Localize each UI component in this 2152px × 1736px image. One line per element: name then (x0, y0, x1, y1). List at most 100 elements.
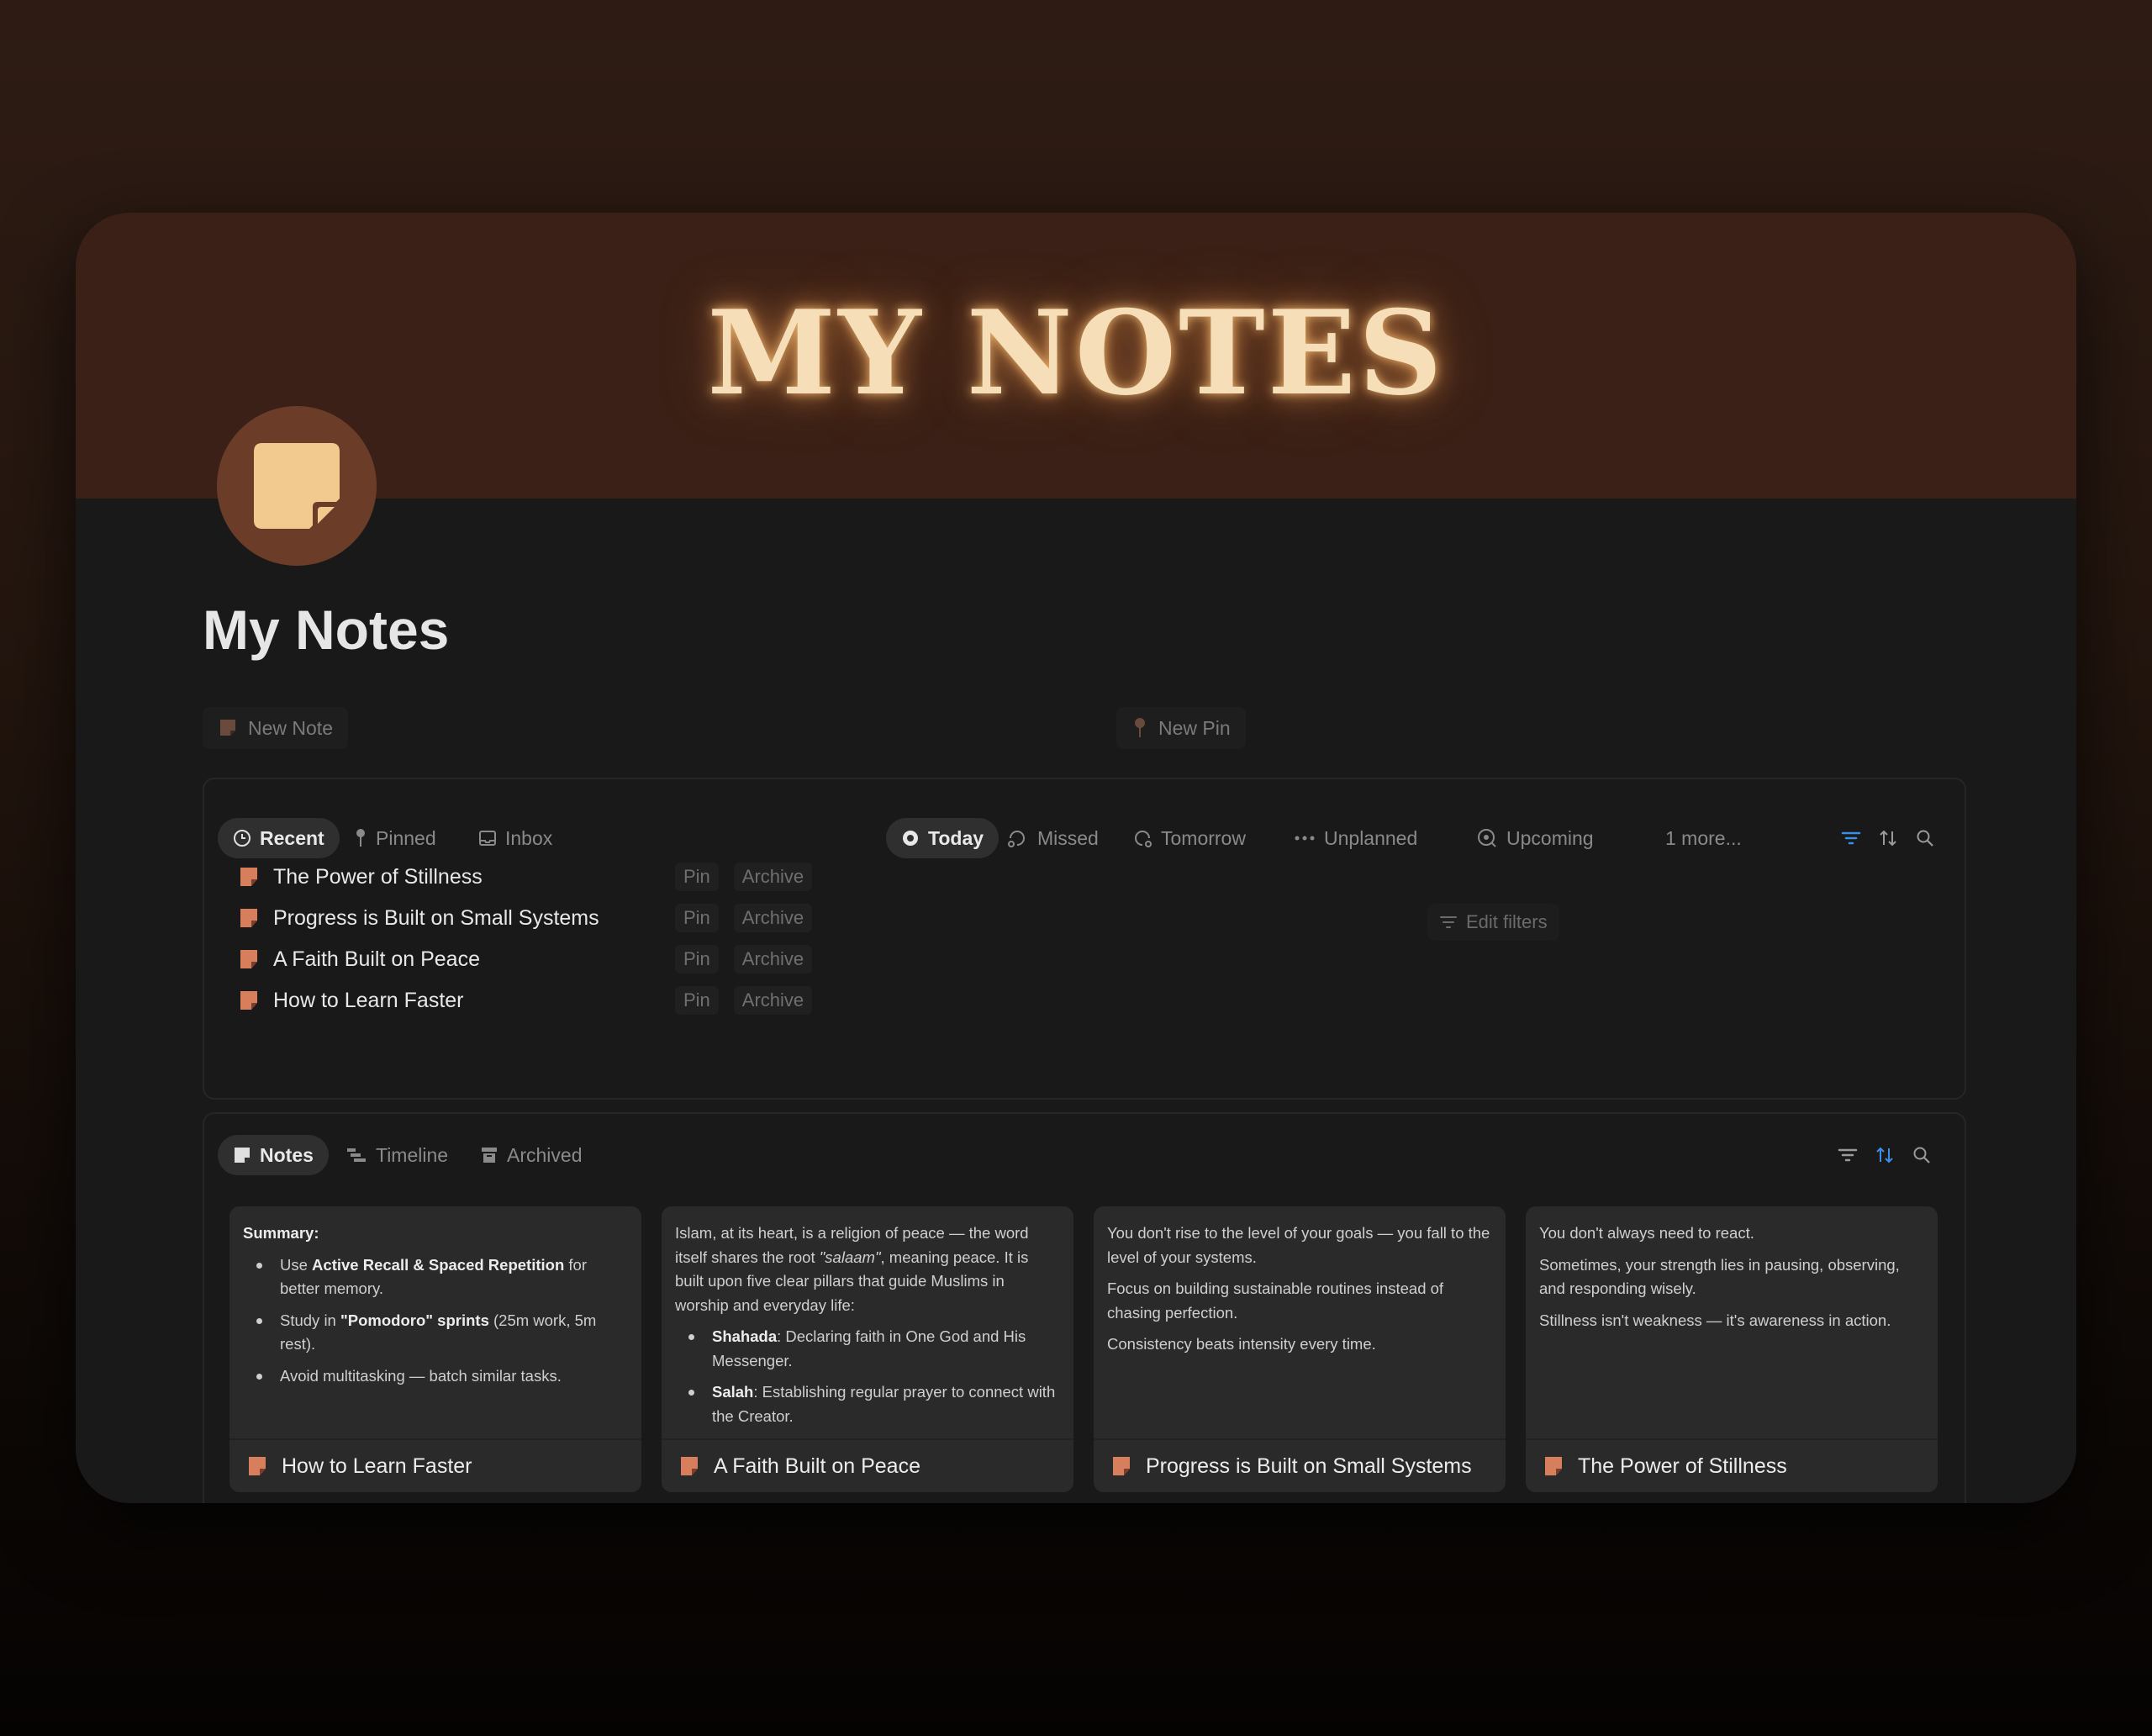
note-card[interactable]: Islam, at its heart, is a religion of pe… (662, 1206, 1073, 1492)
note-icon (240, 950, 257, 968)
list-item[interactable]: How to Learn Faster Pin Archive (238, 982, 827, 1019)
pin-button[interactable]: Pin (675, 945, 719, 974)
edit-filters-label: Edit filters (1466, 911, 1548, 932)
notes-gallery-panel: Notes Timeline Archived Summary: Use Act… (203, 1112, 1966, 1503)
edit-filters-button[interactable]: Edit filters (1427, 904, 1559, 941)
card-footer[interactable]: The Power of Stillness (1526, 1438, 1938, 1492)
note-title[interactable]: The Power of Stillness (273, 865, 675, 889)
card-title: How to Learn Faster (282, 1454, 472, 1478)
page-icon[interactable] (217, 406, 377, 566)
card-paragraph: Consistency beats intensity every time. (1107, 1335, 1376, 1353)
card-title: The Power of Stillness (1578, 1454, 1787, 1478)
note-card[interactable]: You don't always need to react. Sometime… (1526, 1206, 1938, 1492)
note-title[interactable]: How to Learn Faster (273, 989, 675, 1013)
tab-recent[interactable]: Recent (218, 818, 340, 858)
tab-pinned[interactable]: Pinned (339, 818, 451, 858)
note-icon (1113, 1457, 1130, 1475)
archive-box-icon (482, 1148, 497, 1163)
tab-unplanned-label: Unplanned (1324, 826, 1418, 849)
card-preview: You don't always need to react. Sometime… (1526, 1206, 1938, 1438)
card-footer[interactable]: How to Learn Faster (229, 1438, 641, 1492)
tab-pinned-label: Pinned (376, 826, 436, 849)
pin-button[interactable]: Pin (675, 904, 719, 932)
missed-icon (1008, 831, 1025, 847)
search-button[interactable] (1912, 826, 1938, 851)
notion-page-window: MY NOTES My Notes New Note New Pin Recen… (76, 213, 2076, 1503)
note-icon (1545, 1457, 1562, 1475)
tab-timeline-label: Timeline (376, 1143, 449, 1166)
tab-today[interactable]: Today (886, 818, 1000, 858)
archive-button[interactable]: Archive (733, 863, 813, 891)
circle-icon (903, 831, 918, 846)
tab-missed-label: Missed (1037, 826, 1099, 849)
note-icon (220, 720, 235, 736)
note-card[interactable]: You don't rise to the level of your goal… (1094, 1206, 1506, 1492)
archive-button[interactable]: Archive (733, 986, 813, 1015)
summary-label: Summary: (243, 1224, 319, 1242)
bullet-item: Avoid multitasking — batch similar tasks… (243, 1364, 628, 1389)
note-title[interactable]: Progress is Built on Small Systems (273, 906, 675, 931)
note-icon (240, 909, 257, 927)
sort-button[interactable] (1872, 1142, 1897, 1168)
search-icon (1917, 830, 1933, 847)
tab-inbox-label: Inbox (505, 826, 553, 849)
tab-more-label: 1 more... (1665, 826, 1742, 849)
inbox-icon (479, 831, 496, 846)
list-item[interactable]: The Power of Stillness Pin Archive (238, 858, 827, 895)
upcoming-icon (1478, 829, 1496, 847)
new-note-label: New Note (248, 716, 333, 739)
dots-icon (1295, 836, 1315, 841)
bullet-item: Study in "Pomodoro" sprints (25m work, 5… (243, 1309, 628, 1357)
bullet-item: Salah: Establishing regular prayer to co… (675, 1380, 1060, 1428)
pin-icon (1135, 718, 1145, 737)
filter-button[interactable] (1835, 1142, 1860, 1168)
pin-button[interactable]: Pin (675, 863, 719, 891)
note-icon (681, 1457, 698, 1475)
card-paragraph: You don't always need to react. (1539, 1224, 1754, 1242)
card-title: Progress is Built on Small Systems (1146, 1454, 1472, 1478)
card-paragraph: Focus on building sustainable routines i… (1107, 1280, 1444, 1322)
sort-icon (1880, 830, 1896, 847)
search-icon (1913, 1147, 1930, 1163)
tab-archived[interactable]: Archived (465, 1135, 597, 1175)
card-paragraph: You don't rise to the level of your goal… (1107, 1224, 1490, 1266)
search-button[interactable] (1909, 1142, 1934, 1168)
sticky-note-icon (254, 443, 340, 529)
card-footer[interactable]: A Faith Built on Peace (662, 1438, 1073, 1492)
note-icon (249, 1457, 266, 1475)
tab-upcoming-label: Upcoming (1506, 826, 1594, 849)
pin-button[interactable]: Pin (675, 986, 719, 1015)
tab-missed[interactable]: Missed (992, 818, 1114, 858)
timeline-icon (347, 1148, 366, 1162)
note-card[interactable]: Summary: Use Active Recall & Spaced Repe… (229, 1206, 641, 1492)
tab-notes[interactable]: Notes (218, 1135, 329, 1175)
list-item[interactable]: A Faith Built on Peace Pin Archive (238, 941, 827, 978)
tab-inbox[interactable]: Inbox (463, 818, 567, 858)
recent-notes-panel: Recent Pinned Inbox Today Missed Tomorro… (203, 778, 1966, 1100)
note-title[interactable]: A Faith Built on Peace (273, 947, 675, 972)
archive-button[interactable]: Archive (733, 904, 813, 932)
sort-icon (1876, 1147, 1893, 1163)
filter-icon (1841, 831, 1861, 845)
card-preview: Summary: Use Active Recall & Spaced Repe… (229, 1206, 641, 1438)
tab-tomorrow[interactable]: Tomorrow (1116, 818, 1261, 858)
tab-upcoming[interactable]: Upcoming (1461, 818, 1609, 858)
new-note-button[interactable]: New Note (203, 707, 348, 749)
sort-button[interactable] (1875, 826, 1901, 851)
bullet-item: Shahada: Declaring faith in One God and … (675, 1325, 1060, 1373)
note-icon (240, 991, 257, 1010)
card-preview: Islam, at its heart, is a religion of pe… (662, 1206, 1073, 1438)
list-item[interactable]: Progress is Built on Small Systems Pin A… (238, 900, 827, 937)
filter-button[interactable] (1838, 826, 1864, 851)
card-footer[interactable]: Progress is Built on Small Systems (1094, 1438, 1506, 1492)
tab-timeline[interactable]: Timeline (330, 1135, 463, 1175)
card-preview: You don't rise to the level of your goal… (1094, 1206, 1506, 1438)
new-pin-button[interactable]: New Pin (1116, 707, 1246, 749)
tab-unplanned[interactable]: Unplanned (1279, 818, 1432, 858)
bullet-item: Use Active Recall & Spaced Repetition fo… (243, 1253, 628, 1301)
archive-button[interactable]: Archive (733, 945, 813, 974)
tab-more[interactable]: 1 more... (1650, 818, 1757, 858)
note-icon (235, 1148, 250, 1163)
clock-icon (234, 830, 251, 847)
pin-icon (356, 829, 365, 847)
